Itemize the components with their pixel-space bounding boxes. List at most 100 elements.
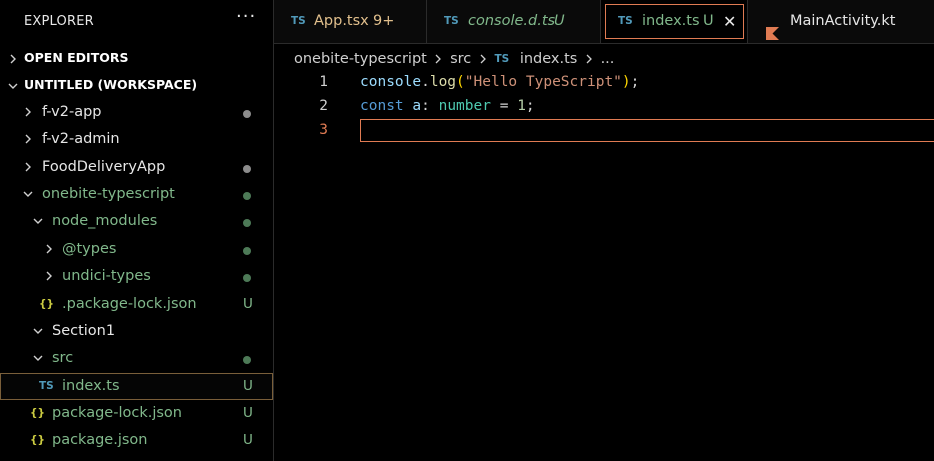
line-number: 2 [319,98,328,114]
tree-item-dot-package-lock-json[interactable]: {} .package-lock.json U [0,291,273,318]
tab-app-tsx[interactable]: TS App.tsx 9+ [274,0,427,43]
tree-item-label: index.ts [62,377,120,394]
code-line-2[interactable]: const a: number = 1; [360,94,535,118]
tree-item-label: node_modules [52,213,158,230]
code-token: . [421,74,430,90]
editor-tab-bar: TS App.tsx 9+ TS console.d.ts U TS index… [274,0,934,44]
typescript-file-icon: TS [618,15,633,27]
tree-item-label: src [52,350,74,367]
tree-item-label: FoodDeliveryApp [42,158,166,175]
code-editor[interactable]: 1 2 3 console.log("Hello TypeScript"); c… [274,70,934,461]
chevron-right-icon [434,46,442,72]
code-token: ( [456,74,465,90]
problems-badge: 9+ [373,13,395,29]
tab-label: index.ts [642,13,700,29]
chevron-right-icon [43,236,55,263]
typescript-file-icon: TS [494,53,510,65]
json-file-icon: {} [30,434,45,447]
tree-item-node-modules[interactable]: node_modules [0,208,273,235]
tree-item-undici-types[interactable]: undici-types [0,263,273,290]
untracked-badge: U [243,377,253,394]
open-editors-label: OPEN EDITORS [24,50,129,65]
code-token: : [421,98,430,114]
code-token: ; [525,98,535,114]
chevron-right-icon [585,46,593,72]
code-token: ; [630,74,640,90]
tree-item-label: .package-lock.json [62,295,197,312]
current-line-highlight[interactable] [360,119,934,142]
close-icon[interactable]: ✕ [723,0,736,43]
line-number-current: 3 [319,122,328,138]
code-line-1[interactable]: console.log("Hello TypeScript"); [360,70,639,94]
chevron-down-icon [32,345,44,372]
untracked-badge: U [554,13,565,29]
tree-item-index-ts[interactable]: TS index.ts U [0,372,273,401]
tree-item-f-v2-app[interactable]: f-v2-app [0,99,273,126]
breadcrumb: onebite-typescript src TS index.ts ... [294,46,614,72]
untracked-badge: U [243,432,253,449]
code-token: console [360,74,422,90]
json-file-icon: {} [39,297,54,310]
chevron-down-icon [22,181,34,208]
tree-item-src[interactable]: src [0,345,273,372]
breadcrumb-src[interactable]: src [450,46,471,72]
untracked-badge: U [703,13,714,29]
tree-item-label: f-v2-admin [42,131,120,148]
tree-item-package-json[interactable]: {} package.json U [0,427,273,454]
explorer-title: EXPLORER [24,14,94,29]
tree-item-f-v2-admin[interactable]: f-v2-admin [0,126,273,153]
kotlin-icon [766,15,779,58]
untracked-badge: U [243,405,253,422]
chevron-right-icon [7,44,19,71]
code-token: log [429,74,457,90]
tab-console-d-ts[interactable]: TS console.d.ts U [427,0,601,43]
chevron-right-icon [22,154,34,181]
more-actions-icon[interactable]: ··· [236,6,256,27]
tab-label: MainActivity.kt [790,13,896,29]
status-dot [243,274,251,283]
chevron-right-icon [43,263,55,290]
tree-item-label: onebite-typescript [42,185,175,202]
tab-label: App.tsx [314,13,369,29]
status-dot [243,109,251,118]
tree-item-label: f-v2-app [42,103,102,120]
tab-index-ts[interactable]: TS index.ts U ✕ [601,0,748,43]
chevron-down-icon [32,208,44,235]
tree-item-label: package-lock.json [52,405,182,422]
tree-item-section1[interactable]: Section1 [0,318,273,345]
tab-mainactivity-kt[interactable]: MainActivity.kt [748,0,934,43]
code-token: a [412,98,422,114]
tree-item-types[interactable]: @types [0,236,273,263]
workspace-label: UNTITLED (WORKSPACE) [24,77,198,93]
json-file-icon: {} [30,407,45,420]
tree-item-fooddeliveryapp[interactable]: FoodDeliveryApp [0,154,273,181]
file-tree: OPEN EDITORS UNTITLED (WORKSPACE) f-v2-a… [0,44,273,455]
typescript-file-icon: TS [291,15,306,27]
chevron-right-icon [22,126,34,153]
explorer-sidebar: EXPLORER ··· OPEN EDITORS UNTITLED (WORK… [0,0,274,461]
line-number: 1 [319,74,328,90]
code-token: ) [621,74,631,90]
tree-item-package-lock-json[interactable]: {} package-lock.json U [0,400,273,427]
status-dot [243,356,251,365]
breadcrumb-file[interactable]: index.ts [520,46,578,72]
code-token: number [438,98,491,114]
open-editors-section[interactable]: OPEN EDITORS [0,44,273,71]
tab-label: console.d.ts [468,13,556,29]
untracked-badge: U [243,295,253,312]
code-token: = [499,98,509,114]
chevron-right-icon [479,46,487,72]
tree-item-label: Section1 [52,322,116,339]
chevron-right-icon [22,99,34,126]
code-token: 1 [517,98,526,114]
status-dot [243,219,251,228]
breadcrumb-more[interactable]: ... [601,46,615,72]
breadcrumb-folder[interactable]: onebite-typescript [294,46,427,72]
code-token: const [360,98,404,114]
status-dot [243,164,251,173]
typescript-file-icon: TS [444,15,459,27]
tree-item-onebite-typescript[interactable]: onebite-typescript [0,181,273,208]
status-dot [243,191,251,200]
tree-item-label: undici-types [62,268,151,285]
workspace-section[interactable]: UNTITLED (WORKSPACE) [0,71,273,98]
